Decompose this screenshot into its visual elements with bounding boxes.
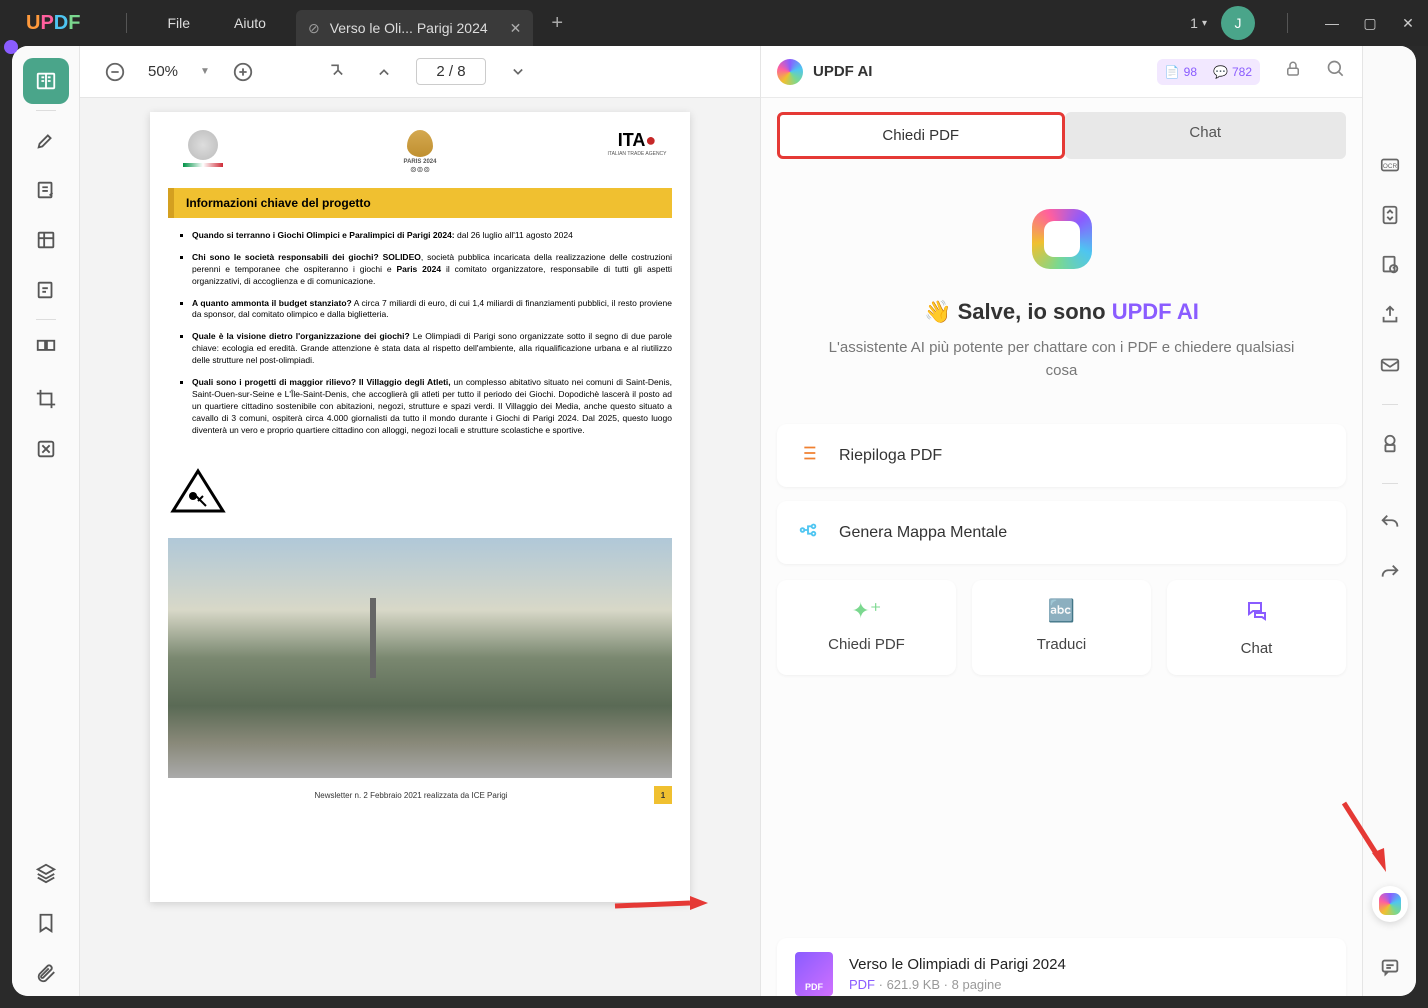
- next-page-button[interactable]: [504, 58, 532, 86]
- tab-chat[interactable]: Chat: [1065, 112, 1347, 159]
- annotation-arrow: [1334, 798, 1394, 878]
- document-tab[interactable]: ⊘ Verso le Oli... Parigi 2024 ✕: [296, 10, 533, 46]
- paris2024-logo: PARIS 2024⊚⊚⊚: [385, 130, 455, 174]
- crop-tool[interactable]: [23, 376, 69, 422]
- tab-icon: ⊘: [308, 20, 320, 37]
- city-image: [168, 538, 672, 778]
- ita-logo: ITA●ITALIAN TRADE AGENCY: [602, 130, 672, 174]
- reader-tool[interactable]: [23, 58, 69, 104]
- page-scroll-area[interactable]: PARIS 2024⊚⊚⊚ ITA●ITALIAN TRADE AGENCY I…: [80, 98, 760, 996]
- file-meta: PDF · 621.9 KB · 8 pagine: [849, 977, 1066, 992]
- close-window-button[interactable]: ✕: [1396, 11, 1420, 35]
- footer-text: Newsletter n. 2 Febbraio 2021 realizzata…: [168, 791, 654, 800]
- ai-assistant-bubble[interactable]: [1372, 886, 1408, 922]
- prev-page-button[interactable]: [370, 58, 398, 86]
- viewer-toolbar: 50%▼ 2 / 8: [80, 46, 760, 98]
- wand-icon: ✦⁺: [851, 598, 881, 624]
- organize-tool[interactable]: [23, 326, 69, 372]
- zoom-out-button[interactable]: [100, 57, 130, 87]
- bookmark-tool[interactable]: [23, 900, 69, 946]
- ai-panel: UPDF AI 📄98 💬782 Chiedi PDF Chat 👋 Salve…: [760, 46, 1362, 996]
- warning-icon: [168, 466, 228, 516]
- tab-ask-pdf[interactable]: Chiedi PDF: [777, 112, 1065, 159]
- protect-tool[interactable]: [1373, 248, 1407, 282]
- ai-welcome-logo: [1032, 209, 1092, 269]
- lock-icon[interactable]: [1284, 60, 1302, 83]
- pdf-page: PARIS 2024⊚⊚⊚ ITA●ITALIAN TRADE AGENCY I…: [150, 112, 690, 902]
- section-title: Informazioni chiave del progetto: [168, 188, 672, 218]
- first-page-button[interactable]: [324, 58, 352, 86]
- ocr-tool[interactable]: OCR: [1373, 148, 1407, 182]
- form-tool[interactable]: [23, 267, 69, 313]
- bullet-list: Quando si terranno i Giochi Olimpici e P…: [168, 230, 672, 436]
- save-tool[interactable]: [1373, 427, 1407, 461]
- layers-tool[interactable]: [23, 850, 69, 896]
- pdf-viewer: 50%▼ 2 / 8 PARIS 2024⊚⊚⊚ ITA●ITALIAN TRA…: [80, 46, 760, 996]
- menu-file[interactable]: File: [145, 15, 212, 31]
- tab-count[interactable]: 1 ▾: [1190, 15, 1207, 31]
- highlight-tool[interactable]: [23, 117, 69, 163]
- redact-tool[interactable]: [23, 426, 69, 472]
- list-icon: [797, 442, 819, 469]
- undo-button[interactable]: [1373, 506, 1407, 540]
- user-avatar[interactable]: J: [1221, 6, 1255, 40]
- side-indicator: [4, 40, 18, 54]
- file-info-card: PDF Verso le Olimpiadi di Parigi 2024 PD…: [777, 938, 1346, 996]
- app-logo: UPDF: [26, 12, 80, 35]
- zoom-in-button[interactable]: [228, 57, 258, 87]
- maximize-button[interactable]: ▢: [1358, 11, 1382, 35]
- zoom-dropdown[interactable]: 50%▼: [148, 63, 210, 80]
- email-tool[interactable]: [1373, 348, 1407, 382]
- translate-card[interactable]: 🔤 Traduci: [972, 580, 1151, 675]
- ai-logo-icon: [777, 59, 803, 85]
- chat-card[interactable]: Chat: [1167, 580, 1346, 675]
- left-toolbar: [12, 46, 80, 996]
- page-number: 1: [654, 786, 672, 804]
- ai-panel-title: UPDF AI: [813, 63, 872, 80]
- menu-help[interactable]: Aiuto: [212, 15, 288, 31]
- page-input[interactable]: 2 / 8: [416, 58, 486, 85]
- redo-button[interactable]: [1373, 556, 1407, 590]
- mindmap-button[interactable]: Genera Mappa Mentale: [777, 501, 1346, 564]
- edit-tool[interactable]: [23, 167, 69, 213]
- close-tab-icon[interactable]: ✕: [510, 20, 522, 37]
- file-name: Verso le Olimpiadi di Parigi 2024: [849, 956, 1066, 973]
- greeting-text: 👋 Salve, io sono UPDF AI: [924, 299, 1199, 325]
- gov-logo: [168, 130, 238, 174]
- summarize-button[interactable]: Riepiloga PDF: [777, 424, 1346, 487]
- greeting-subtitle: L'assistente AI più potente per chattare…: [812, 337, 1312, 382]
- annotation-arrow: [610, 888, 710, 918]
- svg-text:OCR: OCR: [1382, 163, 1397, 170]
- divider: [1287, 13, 1288, 33]
- mindmap-icon: [797, 519, 819, 546]
- minimize-button[interactable]: —: [1320, 11, 1344, 35]
- search-icon[interactable]: [1326, 59, 1346, 84]
- ask-pdf-card[interactable]: ✦⁺ Chiedi PDF: [777, 580, 956, 675]
- translate-icon: 🔤: [1048, 598, 1075, 624]
- tab-title: Verso le Oli... Parigi 2024: [330, 20, 488, 36]
- share-tool[interactable]: [1373, 298, 1407, 332]
- divider: [126, 13, 127, 33]
- pdf-file-icon: PDF: [795, 952, 833, 996]
- page-tool[interactable]: [23, 217, 69, 263]
- credit-badge-1[interactable]: 📄98: [1157, 59, 1205, 85]
- new-tab-button[interactable]: +: [551, 12, 563, 35]
- credit-badge-2[interactable]: 💬782: [1205, 59, 1260, 85]
- convert-tool[interactable]: [1373, 198, 1407, 232]
- comment-tool[interactable]: [1373, 950, 1407, 984]
- chat-icon: [1245, 598, 1269, 628]
- attachment-tool[interactable]: [23, 950, 69, 996]
